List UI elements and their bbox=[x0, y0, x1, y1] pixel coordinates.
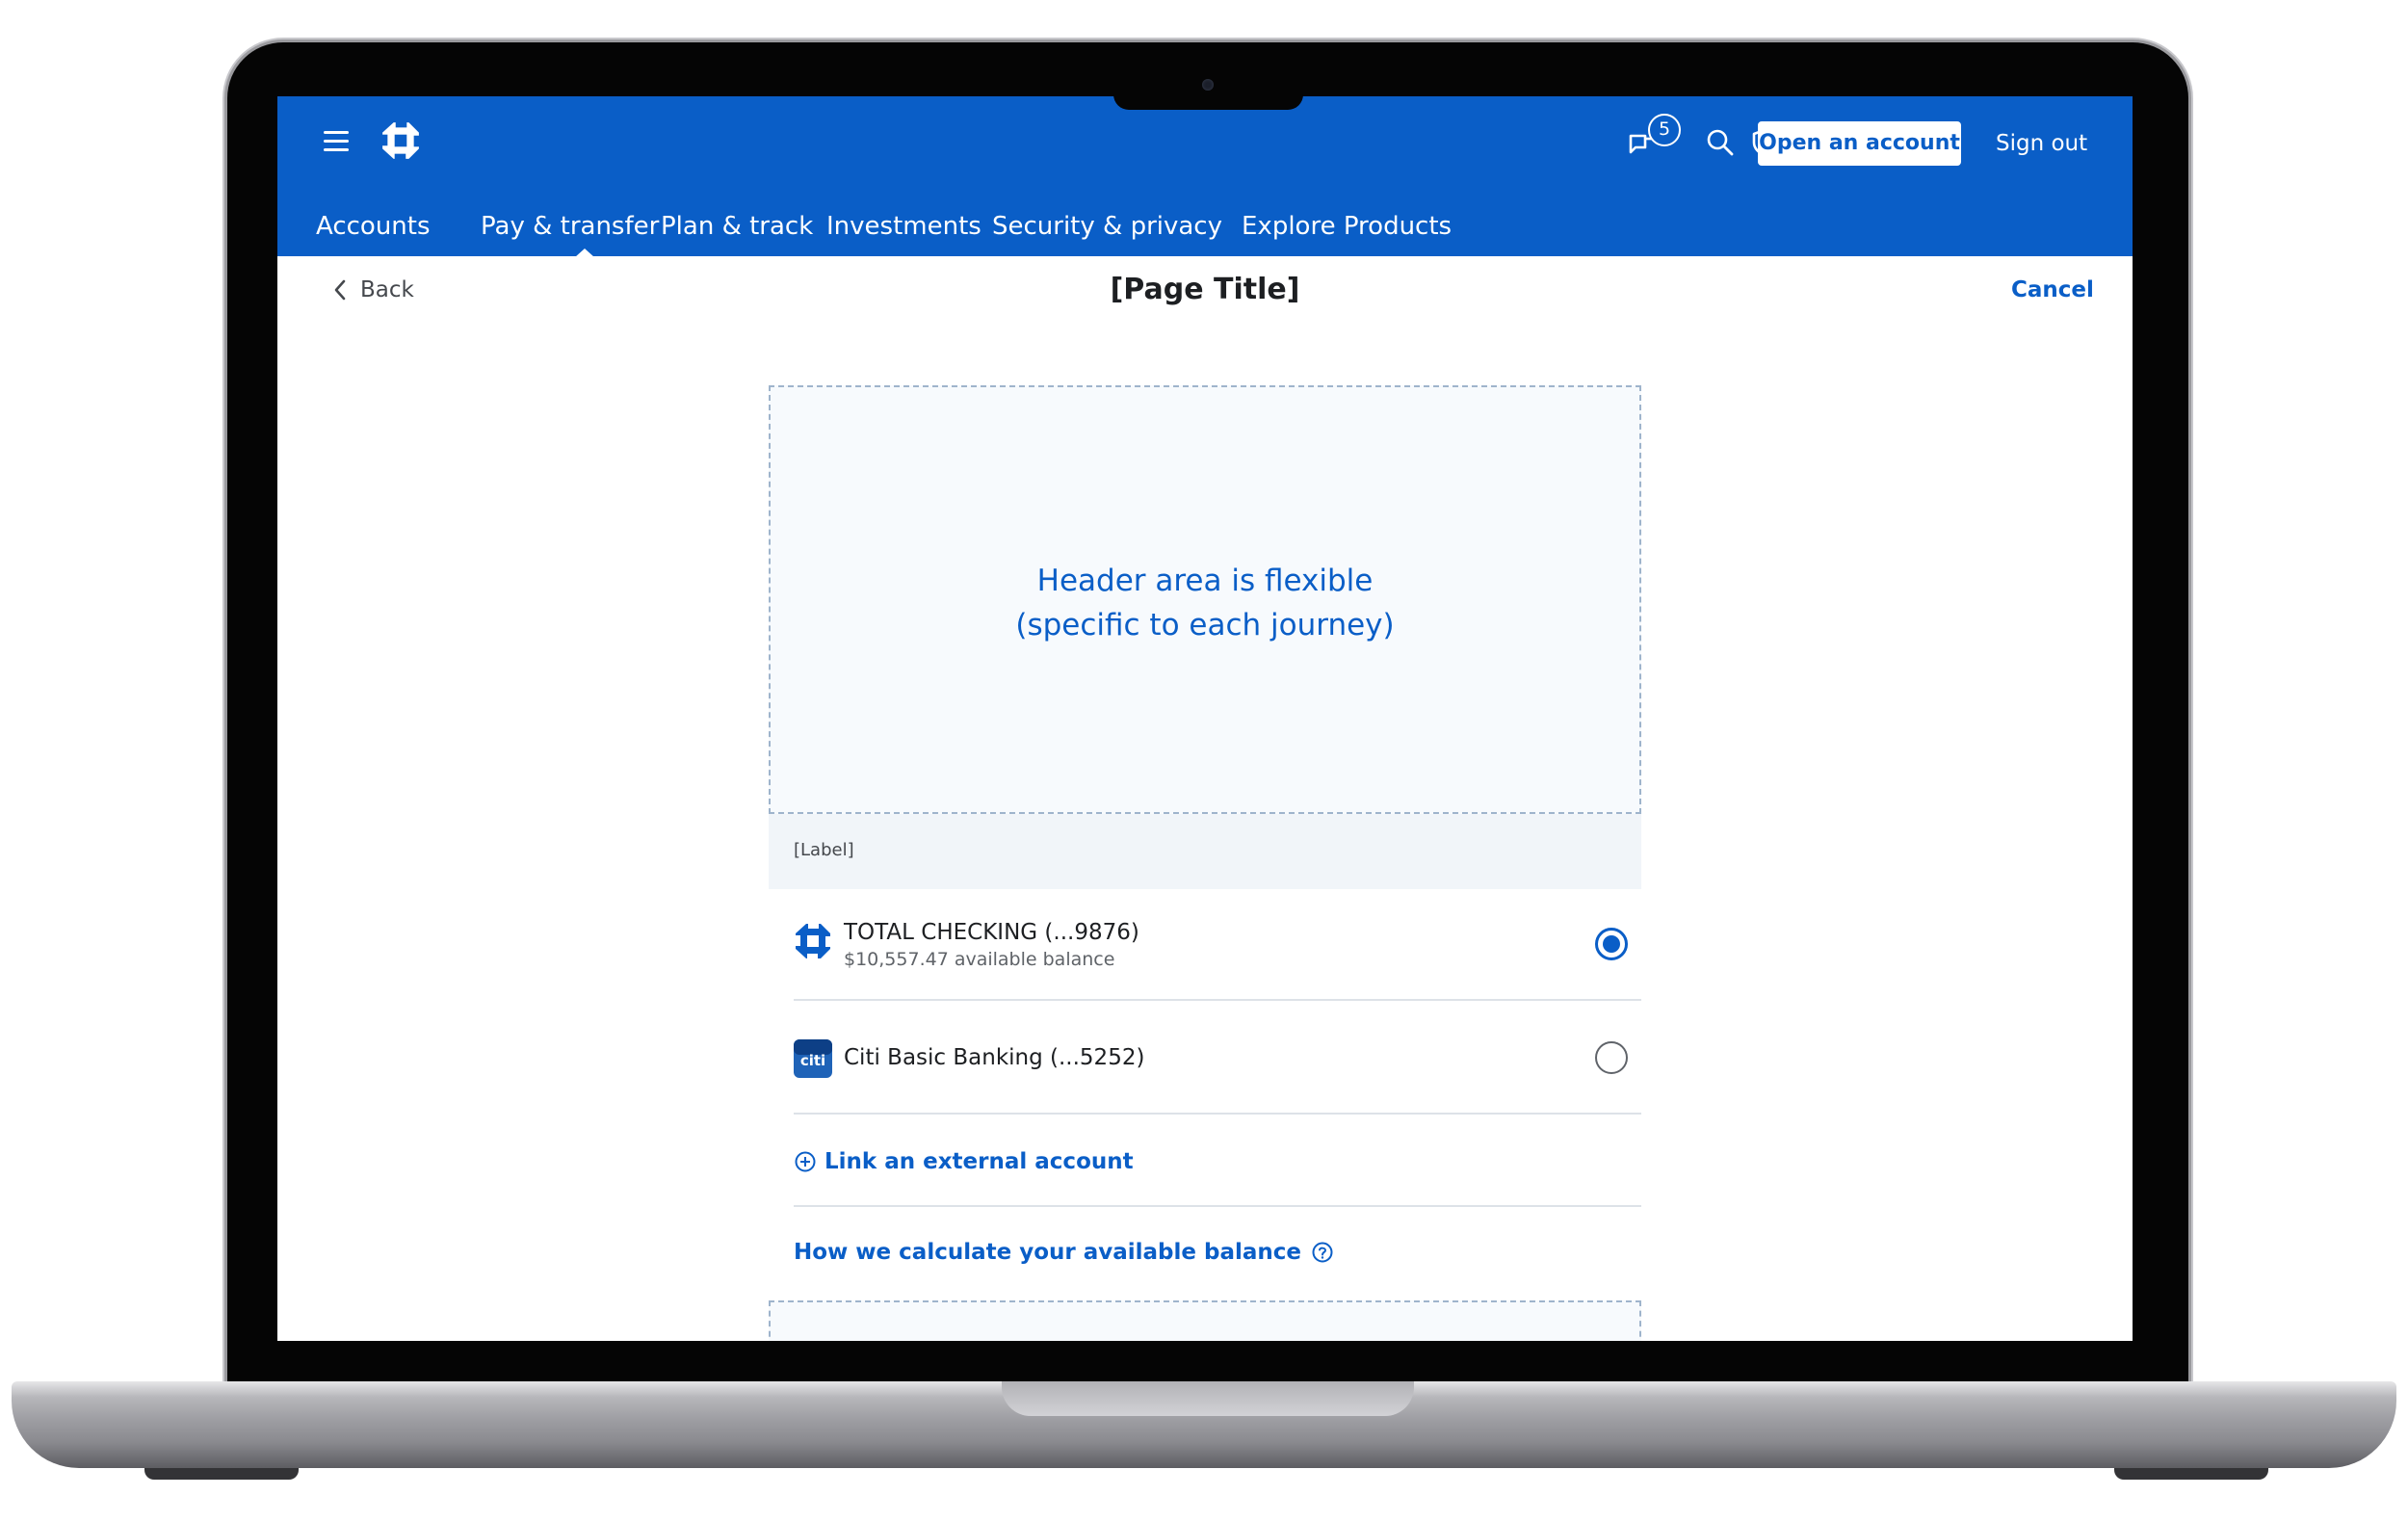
header-area-line2: (specific to each journey) bbox=[1015, 608, 1395, 643]
camera-notch bbox=[1113, 94, 1303, 110]
account-balance: $10,557.47 available balance bbox=[844, 949, 1115, 970]
open-account-button[interactable]: Open an account bbox=[1758, 121, 1961, 166]
laptop-foot-right bbox=[2114, 1468, 2268, 1480]
nav-item-plan-track[interactable]: Plan & track bbox=[661, 210, 813, 243]
top-header: 5 Open an account Sign out Accounts Pay … bbox=[277, 96, 2133, 257]
link-external-label: Link an external account bbox=[824, 1149, 1134, 1174]
section-label: [Label] bbox=[794, 840, 854, 860]
camera-icon bbox=[1202, 79, 1214, 91]
screen: 5 Open an account Sign out Accounts Pay … bbox=[277, 96, 2133, 1341]
account-name: Citi Basic Banking (...5252) bbox=[844, 1045, 1145, 1070]
laptop-foot-left bbox=[144, 1468, 299, 1480]
plus-circle-icon bbox=[795, 1151, 816, 1172]
chase-octagon-icon bbox=[794, 922, 832, 960]
sign-out-link[interactable]: Sign out bbox=[1996, 129, 2087, 158]
section-label-bar: [Label] bbox=[769, 814, 1641, 889]
link-external-row: Link an external account bbox=[794, 1115, 1641, 1207]
footer-flexible-area bbox=[769, 1300, 1641, 1341]
account-option-citi-basic[interactable]: citi Citi Basic Banking (...5252) bbox=[794, 1001, 1641, 1115]
cancel-link[interactable]: Cancel bbox=[2011, 276, 2094, 304]
nav-item-explore-products[interactable]: Explore Products bbox=[1242, 210, 1452, 243]
account-name: TOTAL CHECKING (...9876) bbox=[844, 920, 1139, 945]
flexible-header-area: Header area is flexible (specific to eac… bbox=[769, 385, 1641, 814]
nav-item-investments[interactable]: Investments bbox=[826, 210, 982, 243]
header-area-text: Header area is flexible (specific to eac… bbox=[771, 559, 1639, 647]
page-title: [Page Title] bbox=[1110, 273, 1300, 306]
how-calculate-label: How we calculate your available balance bbox=[794, 1240, 1302, 1265]
nav-item-accounts[interactable]: Accounts bbox=[316, 210, 431, 243]
svg-text:citi: citi bbox=[800, 1052, 825, 1069]
active-nav-indicator bbox=[575, 249, 594, 257]
account-radio-selected[interactable] bbox=[1595, 928, 1628, 960]
menu-icon[interactable] bbox=[324, 131, 349, 152]
how-calculate-balance-link[interactable]: How we calculate your available balance bbox=[794, 1238, 1334, 1267]
account-radio-unselected[interactable] bbox=[1595, 1041, 1628, 1074]
help-circle-icon bbox=[1312, 1242, 1333, 1263]
nav-item-security-privacy[interactable]: Security & privacy bbox=[992, 210, 1222, 243]
link-external-account[interactable]: Link an external account bbox=[794, 1147, 1134, 1176]
search-icon[interactable] bbox=[1703, 125, 1738, 160]
notification-count-badge: 5 bbox=[1648, 114, 1681, 146]
header-area-line1: Header area is flexible bbox=[1036, 564, 1374, 598]
laptop-base-notch bbox=[1002, 1381, 1414, 1416]
account-option-total-checking[interactable]: TOTAL CHECKING (...9876) $10,557.47 avai… bbox=[794, 889, 1641, 1001]
chase-logo-icon[interactable] bbox=[380, 120, 421, 161]
main-nav: Accounts Pay & transfer Plan & track Inv… bbox=[277, 200, 2133, 256]
citi-logo-icon: citi bbox=[794, 1039, 832, 1078]
nav-item-pay-transfer[interactable]: Pay & transfer bbox=[481, 210, 659, 243]
